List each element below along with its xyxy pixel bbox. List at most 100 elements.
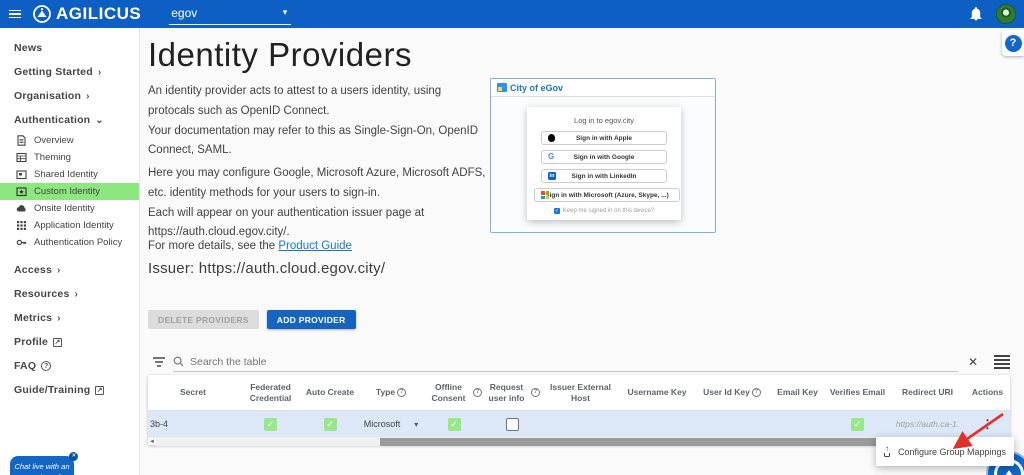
help-circle-icon[interactable]: ?	[397, 388, 407, 397]
sidebar-item-resources[interactable]: Resources ›	[0, 282, 139, 306]
login-title: Log in to egov.city	[574, 116, 634, 125]
cell-type-select[interactable]: Microsoft ▾	[357, 419, 425, 429]
column-header-user-id-key: User Id Key?	[694, 375, 770, 410]
chevron-down-icon: ⌄	[95, 114, 104, 126]
login-preview-header: City of eGov	[491, 79, 715, 97]
more-vert-icon[interactable]: ⋮	[982, 418, 994, 430]
organisation-select[interactable]: egov ▾	[169, 3, 292, 25]
agilicus-logo-icon	[33, 5, 51, 23]
table-row[interactable]: 3b-4 ✓ ✓ Microsoft ▾ ✓ ✓ https://auth.ca…	[148, 411, 1010, 437]
sidebar-item-getting-started[interactable]: Getting Started ›	[0, 60, 139, 84]
login-preview-dialog: Log in to egov.city Sign in with Apple G…	[527, 107, 681, 220]
brand: AGILICUS	[32, 4, 141, 24]
sidebar-item-organisation[interactable]: Organisation ›	[0, 84, 139, 108]
scroll-left-icon[interactable]: ◄	[148, 439, 156, 445]
microsoft-icon	[541, 191, 549, 199]
cell-secret: 3b-4	[150, 419, 169, 429]
external-link-icon: ↗	[53, 337, 63, 347]
shared-identity-icon	[16, 170, 27, 180]
key-icon	[16, 239, 27, 246]
sidebar-item-guide-training[interactable]: Guide/Training ↗	[0, 378, 139, 402]
cell-actions: ⋮	[965, 418, 1010, 430]
google-signin-button: G Sign in with Google	[541, 150, 667, 164]
apple-signin-button: Sign in with Apple	[541, 131, 667, 145]
column-header-verifies-email: Verifies Email	[829, 387, 886, 398]
document-icon	[17, 135, 26, 146]
column-header-redirect-uri: Redirect URI	[901, 387, 953, 398]
delete-providers-button[interactable]: DELETE PROVIDERS	[148, 310, 259, 329]
top-app-bar: AGILICUS egov ▾	[0, 0, 1024, 28]
sidebar-item-shared-identity[interactable]: Shared Identity	[0, 166, 139, 183]
theme-grid-icon	[16, 152, 27, 163]
caret-down-icon: ▾	[282, 7, 288, 17]
apps-grid-icon	[17, 221, 26, 230]
checked-checkbox[interactable]: ✓	[264, 417, 277, 431]
page-title: Identity Providers	[148, 36, 412, 73]
main-content: Identity Providers An identity provider …	[148, 28, 1024, 475]
column-header-offline-consent: Offline Consent?	[425, 375, 483, 410]
menu-icon[interactable]	[0, 9, 30, 19]
table-header-row: Secret Federated Credential Auto Create …	[148, 375, 1010, 411]
help-circle-icon[interactable]: ?	[473, 388, 482, 397]
cell-request-user-info	[483, 417, 541, 431]
sidebar-item-onsite-identity[interactable]: Onsite Identity	[0, 200, 139, 217]
clear-search-icon[interactable]: ✕	[958, 355, 988, 369]
filter-icon[interactable]	[152, 357, 165, 367]
search-input[interactable]	[190, 355, 958, 368]
caret-down-icon: ▾	[414, 419, 419, 429]
chevron-right-icon: ›	[86, 90, 90, 102]
chat-bubble[interactable]: Chat live with an agent now! ✕	[10, 452, 78, 475]
chevron-right-icon: ›	[56, 264, 61, 276]
notifications-bell-icon[interactable]	[968, 6, 984, 22]
sidebar-item-overview[interactable]: Overview	[0, 132, 139, 149]
checked-checkbox[interactable]: ✓	[323, 417, 337, 431]
sidebar-item-faq[interactable]: FAQ ?	[0, 354, 139, 378]
city-logo-icon	[497, 83, 507, 92]
custom-identity-icon	[16, 187, 27, 197]
chevron-right-icon: ›	[97, 66, 102, 78]
help-icon: ?	[1004, 34, 1022, 52]
sidebar-item-profile[interactable]: Profile ↗	[0, 330, 139, 354]
row-actions-menu: ↑ Configure Group Mappings	[876, 437, 1014, 466]
keep-signed-in-row: ✓ Keep me signed in on this device?	[553, 208, 655, 214]
user-avatar[interactable]	[996, 4, 1016, 24]
sidebar-item-access[interactable]: Access ›	[0, 258, 139, 282]
providers-table: Secret Federated Credential Auto Create …	[148, 375, 1010, 446]
provider-actions: DELETE PROVIDERS ADD PROVIDER	[148, 310, 356, 329]
column-header-auto-create: Auto Create	[305, 387, 355, 398]
issuer-url: Issuer: https://auth.cloud.egov.city/	[148, 260, 386, 277]
apple-icon	[548, 134, 555, 142]
unchecked-checkbox[interactable]	[505, 417, 519, 431]
sidebar-item-custom-identity[interactable]: Custom Identity	[0, 183, 139, 200]
details-line: For more details, see the Product Guide	[148, 240, 352, 252]
column-header-actions: Actions	[971, 387, 1004, 398]
sidebar-item-metrics[interactable]: Metrics ›	[0, 306, 139, 330]
add-provider-button[interactable]: ADD PROVIDER	[266, 310, 356, 329]
product-guide-link[interactable]: Product Guide	[278, 240, 352, 252]
sidebar-item-authentication[interactable]: Authentication ⌄	[0, 108, 139, 132]
column-header-issuer-external-host: Issuer External Host	[550, 381, 611, 403]
sidebar: News Getting Started › Organisation › Au…	[0, 28, 140, 475]
menu-item-configure-group-mappings[interactable]: Configure Group Mappings	[898, 447, 1006, 457]
sidebar-item-authentication-policy[interactable]: Authentication Policy	[0, 234, 139, 251]
help-fab[interactable]: ?	[1002, 30, 1024, 56]
sidebar-item-theming[interactable]: Theming	[0, 149, 139, 166]
table-menu-icon[interactable]	[994, 355, 1010, 369]
microsoft-signin-button: Sign in with Microsoft (Azure, Skype, ..…	[534, 188, 680, 202]
column-header-secret: Secret	[180, 387, 206, 398]
close-icon[interactable]: ✕	[69, 452, 78, 461]
help-circle-icon[interactable]: ?	[751, 388, 761, 397]
search-icon	[173, 356, 184, 367]
live-chat-widget: Chat live with an agent now! ✕	[10, 452, 78, 475]
sidebar-item-application-identity[interactable]: Application Identity	[0, 217, 139, 234]
sidebar-item-news[interactable]: News	[0, 36, 139, 60]
chevron-right-icon: ›	[74, 288, 79, 300]
checked-checkbox[interactable]: ✓	[447, 417, 461, 431]
checked-checkbox[interactable]: ✓	[851, 417, 864, 431]
column-header-type: Type?	[357, 375, 425, 410]
configure-paragraph: Here you may configure Google, Microsoft…	[148, 167, 486, 239]
organisation-select-value: egov	[171, 5, 198, 20]
checked-checkbox-icon: ✓	[553, 208, 560, 214]
configure-mappings-icon: ↑	[883, 445, 890, 457]
help-circle-icon[interactable]: ?	[531, 388, 540, 397]
